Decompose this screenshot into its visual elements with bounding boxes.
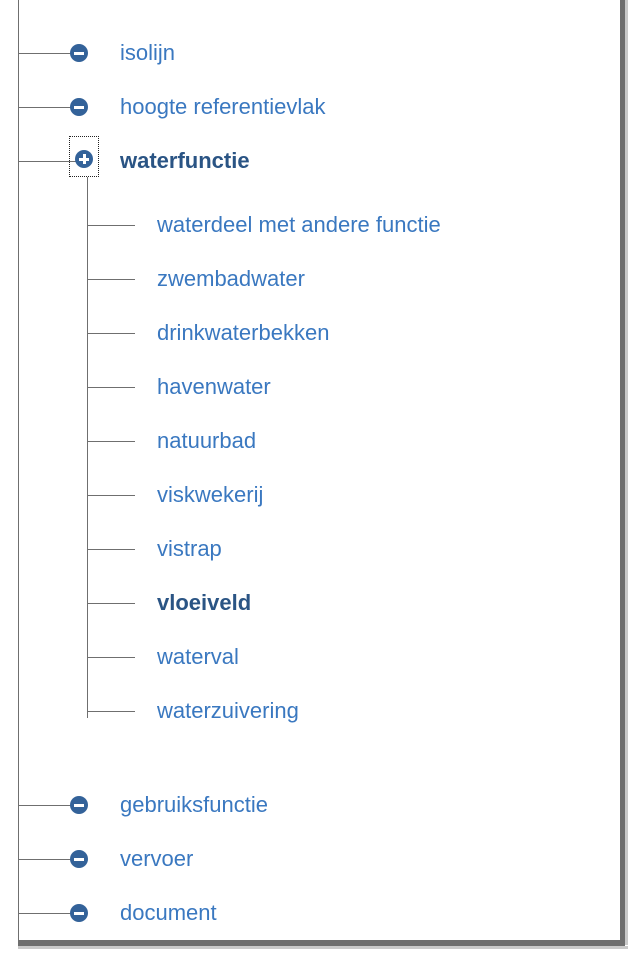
- tree-child-viskwekerij[interactable]: viskwekerij: [157, 482, 263, 508]
- tree-connector: [87, 657, 135, 658]
- tree-connector: [18, 107, 76, 108]
- tree-item-document[interactable]: document: [120, 900, 217, 926]
- panel-shadow-bottom-light: [18, 946, 628, 949]
- tree-connector: [18, 859, 76, 860]
- tree-item-vervoer[interactable]: vervoer: [120, 846, 193, 872]
- tree-child-zwembadwater[interactable]: zwembadwater: [157, 266, 305, 292]
- minus-circle-icon[interactable]: [70, 904, 88, 922]
- tree-child-vloeiveld[interactable]: vloeiveld: [157, 590, 251, 616]
- tree-child-waterval[interactable]: waterval: [157, 644, 239, 670]
- tree-item-isolijn[interactable]: isolijn: [120, 40, 175, 66]
- tree-connector: [87, 549, 135, 550]
- tree-child-natuurbad[interactable]: natuurbad: [157, 428, 256, 454]
- plus-circle-icon[interactable]: [75, 150, 93, 168]
- tree-connector: [18, 913, 76, 914]
- tree-child-havenwater[interactable]: havenwater: [157, 374, 271, 400]
- tree-child-vistrap[interactable]: vistrap: [157, 536, 222, 562]
- tree-connector: [18, 161, 76, 162]
- tree-panel: isolijn hoogte referentievlak waterfunct…: [0, 0, 632, 953]
- tree-connector: [87, 333, 135, 334]
- tree-connector: [18, 53, 76, 54]
- tree-connector: [87, 603, 135, 604]
- minus-circle-icon[interactable]: [70, 98, 88, 116]
- tree-connector: [87, 711, 135, 712]
- tree-main-line: [18, 0, 19, 940]
- tree-item-hoogte-referentievlak[interactable]: hoogte referentievlak: [120, 94, 325, 120]
- minus-circle-icon[interactable]: [70, 44, 88, 62]
- minus-circle-icon[interactable]: [70, 850, 88, 868]
- tree-connector: [18, 805, 76, 806]
- tree-child-waterzuivering[interactable]: waterzuivering: [157, 698, 299, 724]
- tree-item-waterfunctie[interactable]: waterfunctie: [120, 148, 250, 174]
- tree-item-gebruiksfunctie[interactable]: gebruiksfunctie: [120, 792, 268, 818]
- tree-child-drinkwaterbekken[interactable]: drinkwaterbekken: [157, 320, 329, 346]
- minus-circle-icon[interactable]: [70, 796, 88, 814]
- tree-child-line: [87, 177, 88, 718]
- panel-shadow-right-light: [625, 0, 628, 945]
- tree-connector: [87, 387, 135, 388]
- tree-connector: [87, 495, 135, 496]
- tree-connector: [87, 225, 135, 226]
- tree-child-waterdeel-met-andere-functie[interactable]: waterdeel met andere functie: [157, 212, 441, 238]
- tree-connector: [87, 279, 135, 280]
- tree-connector: [87, 441, 135, 442]
